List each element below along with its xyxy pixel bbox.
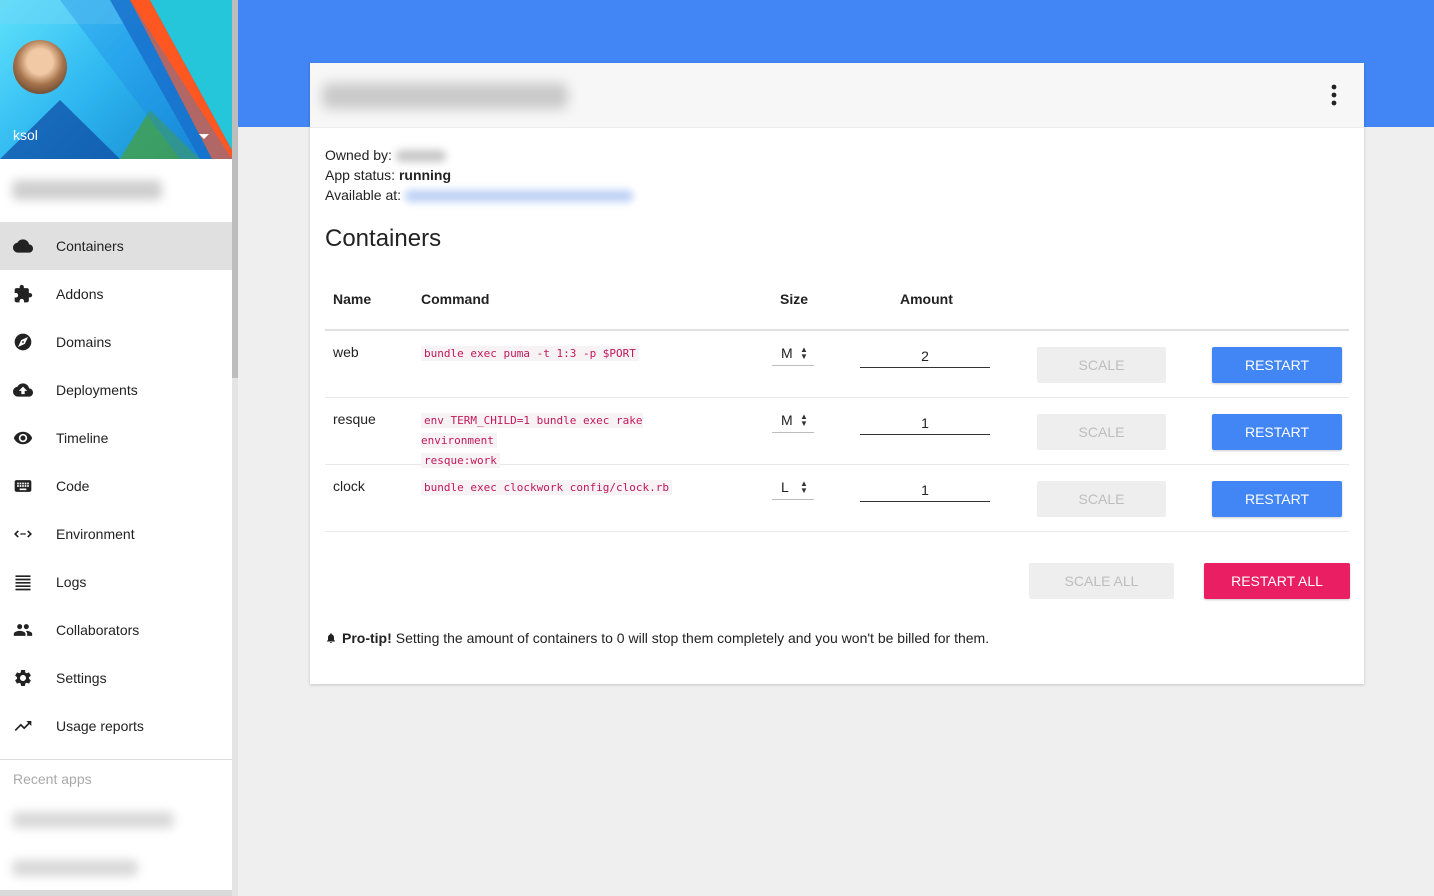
sidebar-item-usage-reports[interactable]: Usage reports — [0, 702, 232, 750]
app-url-redacted[interactable] — [404, 190, 633, 203]
amount-input[interactable] — [860, 412, 990, 435]
sidebar-item-label: Settings — [56, 670, 107, 686]
sidebar-item-settings[interactable]: Settings — [0, 654, 232, 702]
sidebar-item-domains[interactable]: Domains — [0, 318, 232, 366]
select-arrows-icon: ▲ ▼ — [800, 412, 808, 428]
pro-tip-label: Pro-tip! — [342, 630, 392, 646]
size-select[interactable]: L ▲ ▼ — [772, 477, 814, 500]
container-command: bundle exec clockwork config/clock.rb — [421, 478, 721, 498]
select-arrows-icon: ▲ ▼ — [800, 479, 808, 495]
status-line: App status: running — [325, 165, 633, 185]
available-label: Available at: — [325, 187, 402, 203]
sidebar: ksol Containers Addons Domains Deploymen… — [0, 0, 232, 896]
recent-apps-label: Recent apps — [13, 771, 92, 787]
sidebar-nav: Containers Addons Domains Deployments Ti… — [0, 222, 232, 750]
column-header-name: Name — [333, 291, 372, 307]
status-value: running — [398, 167, 452, 183]
app-meta: Owned by: App status: running Available … — [325, 145, 633, 205]
trending-up-icon — [0, 716, 56, 736]
size-value: M — [781, 345, 793, 361]
cloud-icon — [0, 236, 56, 256]
sidebar-item-logs[interactable]: Logs — [0, 558, 232, 606]
available-line: Available at: — [325, 185, 633, 205]
owned-by-line: Owned by: — [325, 145, 633, 165]
table-row: clock bundle exec clockwork config/clock… — [325, 465, 1349, 532]
sidebar-item-label: Usage reports — [56, 718, 144, 734]
sidebar-item-deployments[interactable]: Deployments — [0, 366, 232, 414]
sidebar-item-label: Logs — [56, 574, 87, 590]
restart-all-button[interactable]: RESTART ALL — [1204, 563, 1350, 599]
sidebar-item-code[interactable]: Code — [0, 462, 232, 510]
sidebar-item-addons[interactable]: Addons — [0, 270, 232, 318]
more-vert-icon[interactable] — [1326, 83, 1342, 107]
sidebar-item-label: Containers — [56, 238, 124, 254]
pro-tip: Pro-tip! Setting the amount of container… — [325, 630, 989, 646]
restart-button[interactable]: RESTART — [1212, 414, 1342, 450]
container-name: resque — [333, 411, 376, 427]
sidebar-divider — [0, 759, 232, 760]
owned-by-label: Owned by: — [325, 147, 392, 163]
app-title-redacted — [322, 83, 568, 109]
chevron-down-icon[interactable] — [199, 134, 209, 139]
table-row: resque env TERM_CHILD=1 bundle exec rake… — [325, 398, 1349, 468]
username: ksol — [13, 127, 38, 143]
cloud-upload-icon — [0, 380, 56, 400]
amount-input[interactable] — [860, 479, 990, 502]
section-title: Containers — [325, 225, 442, 252]
sidebar-item-label: Addons — [56, 286, 104, 302]
pro-tip-text: Setting the amount of containers to 0 wi… — [395, 630, 990, 646]
avatar[interactable] — [13, 40, 67, 94]
bell-icon — [327, 633, 335, 643]
profile-header: ksol — [0, 0, 232, 159]
sidebar-item-environment[interactable]: Environment — [0, 510, 232, 558]
container-name: clock — [333, 478, 365, 494]
sidebar-item-label: Code — [56, 478, 90, 494]
scale-button[interactable]: SCALE — [1037, 481, 1166, 517]
people-icon — [0, 620, 56, 640]
column-header-size: Size — [780, 291, 809, 307]
keyboard-icon — [0, 476, 56, 496]
owner-redacted — [395, 150, 446, 163]
recent-app-redacted[interactable] — [12, 860, 138, 876]
scale-button[interactable]: SCALE — [1037, 347, 1166, 383]
container-command: env TERM_CHILD=1 bundle exec rake enviro… — [421, 413, 643, 468]
sidebar-item-label: Deployments — [56, 382, 138, 398]
list-icon — [0, 572, 56, 592]
sidebar-item-label: Environment — [56, 526, 135, 542]
sidebar-item-label: Collaborators — [56, 622, 140, 638]
table-row: web bundle exec puma -t 1:3 -p $PORT M ▲… — [325, 331, 1349, 398]
scale-all-button[interactable]: SCALE ALL — [1029, 563, 1174, 599]
restart-button[interactable]: RESTART — [1212, 347, 1342, 383]
select-arrows-icon: ▲ ▼ — [800, 345, 808, 361]
size-select[interactable]: M ▲ ▼ — [772, 410, 814, 433]
sidebar-item-collaborators[interactable]: Collaborators — [0, 606, 232, 654]
gear-icon — [0, 668, 56, 688]
code-arrows-icon — [0, 524, 56, 544]
size-value: L — [781, 479, 789, 495]
card-header — [310, 63, 1364, 128]
compass-icon — [0, 332, 56, 352]
sidebar-item-label: Domains — [56, 334, 112, 350]
column-header-amount: Amount — [900, 291, 953, 307]
scale-button[interactable]: SCALE — [1037, 414, 1166, 450]
status-label: App status: — [325, 167, 396, 183]
eye-icon — [0, 428, 56, 448]
sidebar-bottom-bar — [0, 890, 232, 896]
puzzle-icon — [0, 284, 56, 304]
sidebar-item-timeline[interactable]: Timeline — [0, 414, 232, 462]
restart-button[interactable]: RESTART — [1212, 481, 1342, 517]
recent-app-redacted[interactable] — [12, 812, 174, 828]
container-name: web — [333, 344, 359, 360]
size-select[interactable]: M ▲ ▼ — [772, 343, 814, 366]
app-name-redacted — [12, 180, 162, 200]
sidebar-item-label: Timeline — [56, 430, 109, 446]
size-value: M — [781, 412, 793, 428]
sidebar-item-containers[interactable]: Containers — [0, 222, 232, 270]
amount-input[interactable] — [860, 345, 990, 368]
container-command: bundle exec puma -t 1:3 -p $PORT — [421, 344, 721, 364]
column-header-command: Command — [421, 291, 490, 307]
app-card: Owned by: App status: running Available … — [310, 63, 1364, 684]
sidebar-scrollbar[interactable] — [232, 0, 238, 896]
table-header: Name Command Size Amount — [325, 275, 1349, 331]
